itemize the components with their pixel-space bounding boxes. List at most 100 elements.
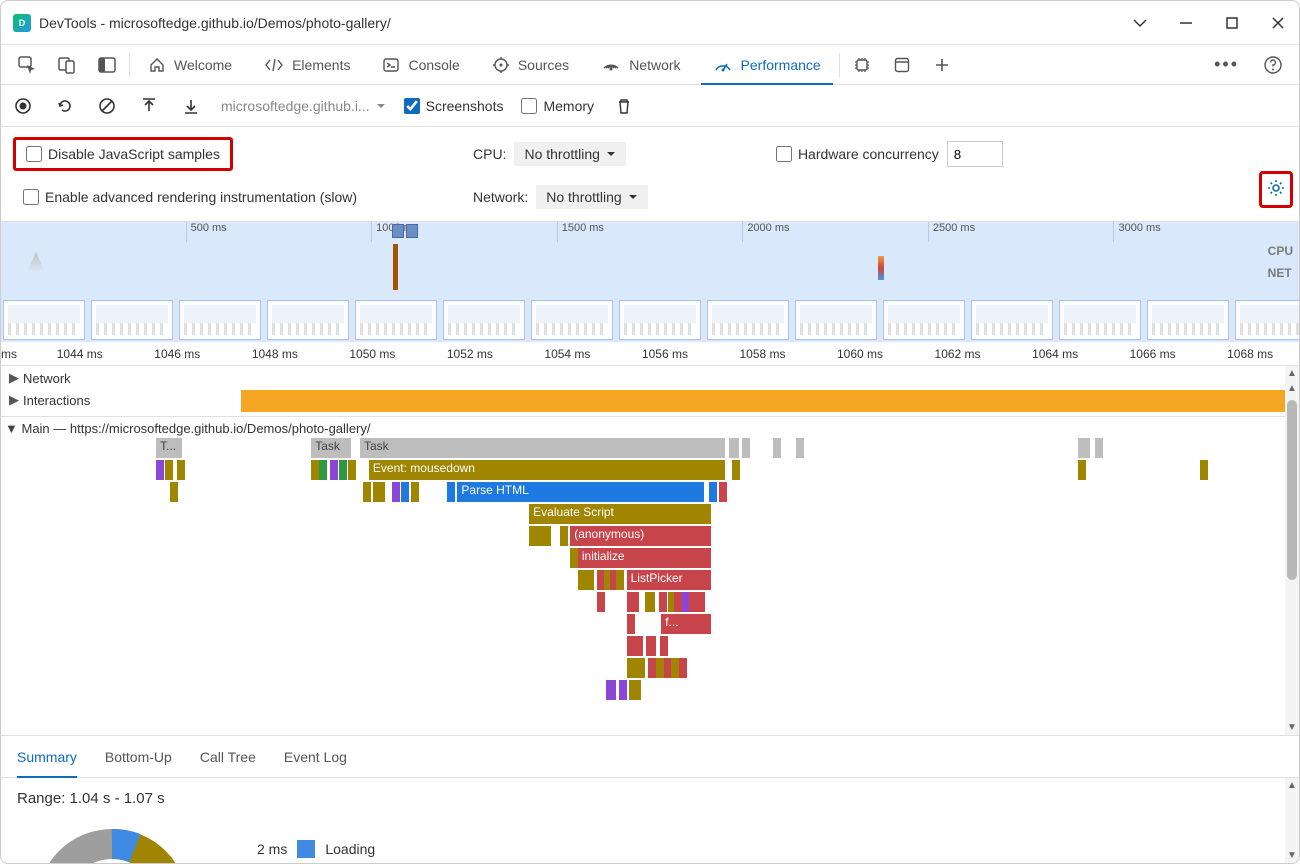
flame-scrollbar[interactable]: ▲ ▲ ▼: [1285, 366, 1299, 735]
flame-slice[interactable]: [627, 658, 645, 678]
network-track-header[interactable]: ▶Network: [1, 366, 1299, 390]
flame-parse-html[interactable]: Parse HTML: [457, 482, 703, 502]
cpu-throttle-select[interactable]: No throttling: [514, 142, 625, 166]
hw-concurrency-input[interactable]: [947, 141, 1003, 167]
record-icon[interactable]: [11, 94, 35, 118]
scroll-up-icon[interactable]: ▲: [1285, 778, 1299, 793]
screenshot-filmstrip[interactable]: [1, 298, 1299, 342]
flame-task[interactable]: Task: [311, 438, 351, 458]
flame-f[interactable]: f...: [661, 614, 711, 634]
flame-task-small[interactable]: [796, 438, 804, 458]
scroll-down-icon[interactable]: ▼: [1285, 720, 1299, 735]
tab-network[interactable]: Network: [585, 46, 696, 84]
flame-slice[interactable]: [660, 636, 668, 656]
summary-scrollbar[interactable]: ▲ ▼: [1285, 778, 1299, 863]
hw-concurrency-checkbox[interactable]: Hardware concurrency: [776, 146, 939, 162]
flame-slice[interactable]: [629, 680, 641, 700]
flame-slice[interactable]: [646, 636, 656, 656]
disable-js-samples-checkbox[interactable]: Disable JavaScript samples: [13, 137, 233, 171]
flame-slice[interactable]: [339, 460, 347, 480]
add-tab-icon[interactable]: [922, 46, 962, 84]
reload-record-icon[interactable]: [53, 94, 77, 118]
flame-task-small[interactable]: [773, 438, 781, 458]
delete-icon[interactable]: [612, 94, 636, 118]
help-icon[interactable]: [1253, 46, 1293, 84]
flame-slice[interactable]: [732, 460, 740, 480]
flame-slice[interactable]: [330, 460, 338, 480]
upload-icon[interactable]: [137, 94, 161, 118]
memory-chip-icon[interactable]: [842, 46, 882, 84]
flame-task[interactable]: T...: [156, 438, 182, 458]
tab-performance[interactable]: Performance: [697, 46, 837, 84]
tab-call-tree[interactable]: Call Tree: [200, 737, 256, 777]
flame-slice[interactable]: [170, 482, 178, 502]
flame-chart-area[interactable]: ▶Network ▶Interactions ▼ Main — https://…: [1, 366, 1299, 736]
flame-slice[interactable]: [348, 460, 356, 480]
flame-task-small[interactable]: [742, 438, 750, 458]
flame-initialize[interactable]: initialize: [578, 548, 711, 568]
flame-event-mousedown[interactable]: Event: mousedown: [369, 460, 725, 480]
inspect-element-icon[interactable]: [7, 46, 47, 84]
flame-slice[interactable]: [679, 658, 687, 678]
dock-side-icon[interactable]: [87, 46, 127, 84]
flame-task-small[interactable]: [1078, 438, 1090, 458]
maximize-icon[interactable]: [1223, 14, 1241, 32]
main-thread-header[interactable]: ▼ Main — https://microsoftedge.github.io…: [1, 416, 1299, 440]
screenshots-checkbox[interactable]: Screenshots: [404, 98, 504, 114]
flame-slice[interactable]: [627, 636, 643, 656]
interactions-bar[interactable]: [241, 390, 1299, 412]
flame-slice[interactable]: [447, 482, 455, 502]
flame-anonymous[interactable]: (anonymous): [570, 526, 711, 546]
scroll-up-icon[interactable]: ▲: [1285, 381, 1299, 396]
flame-slice[interactable]: [1078, 460, 1086, 480]
minimize-icon[interactable]: [1177, 14, 1195, 32]
flame-slice[interactable]: [619, 680, 627, 700]
flame-task-small[interactable]: [1095, 438, 1103, 458]
tab-sources[interactable]: Sources: [476, 46, 585, 84]
flame-slice[interactable]: [606, 680, 616, 700]
scroll-thumb[interactable]: [1287, 400, 1297, 580]
flame-slice[interactable]: [560, 526, 568, 546]
overview-pane[interactable]: 500 ms 1000 ms 1500 ms 2000 ms 2500 ms 3…: [1, 222, 1299, 342]
flame-task-small[interactable]: [729, 438, 739, 458]
network-throttle-select[interactable]: No throttling: [536, 185, 647, 209]
target-dropdown[interactable]: microsoftedge.github.i...: [221, 98, 386, 114]
application-icon[interactable]: [882, 46, 922, 84]
tab-console[interactable]: Console: [366, 46, 475, 84]
flame-slice[interactable]: [156, 460, 164, 480]
flame-slice[interactable]: [709, 482, 717, 502]
close-icon[interactable]: [1269, 14, 1287, 32]
flame-slice[interactable]: [401, 482, 409, 502]
flame-evaluate-script[interactable]: Evaluate Script: [529, 504, 711, 524]
flame-slice[interactable]: [616, 570, 624, 590]
flame-slice[interactable]: [645, 592, 655, 612]
tab-event-log[interactable]: Event Log: [284, 737, 347, 777]
flame-slice[interactable]: [719, 482, 727, 502]
flame-task[interactable]: Task: [360, 438, 725, 458]
tab-bottom-up[interactable]: Bottom-Up: [105, 737, 172, 777]
tab-welcome[interactable]: Welcome: [132, 46, 248, 84]
flame-slice[interactable]: [578, 570, 594, 590]
flame-slice[interactable]: [529, 526, 551, 546]
flame-slice[interactable]: [363, 482, 371, 502]
scroll-down-icon[interactable]: ▼: [1285, 848, 1299, 863]
device-emulation-icon[interactable]: [47, 46, 87, 84]
flame-slice[interactable]: [1200, 460, 1208, 480]
flame-listpicker[interactable]: ListPicker: [627, 570, 712, 590]
flame-slice[interactable]: [697, 592, 705, 612]
flame-slice[interactable]: [597, 592, 605, 612]
flame-slice[interactable]: [659, 592, 667, 612]
clear-icon[interactable]: [95, 94, 119, 118]
flame-slice[interactable]: [627, 614, 635, 634]
flame-slice[interactable]: [177, 460, 185, 480]
flame-slice[interactable]: [411, 482, 419, 502]
interactions-track-header[interactable]: ▶Interactions: [1, 388, 90, 412]
memory-checkbox[interactable]: Memory: [521, 98, 594, 114]
chevron-down-icon[interactable]: [1131, 14, 1149, 32]
tab-summary[interactable]: Summary: [17, 737, 77, 777]
flame-slice[interactable]: [392, 482, 400, 502]
flame-slice[interactable]: [165, 460, 173, 480]
enable-rendering-checkbox[interactable]: Enable advanced rendering instrumentatio…: [13, 183, 367, 211]
flame-slice[interactable]: [627, 592, 639, 612]
scroll-up-icon[interactable]: ▲: [1285, 366, 1299, 381]
